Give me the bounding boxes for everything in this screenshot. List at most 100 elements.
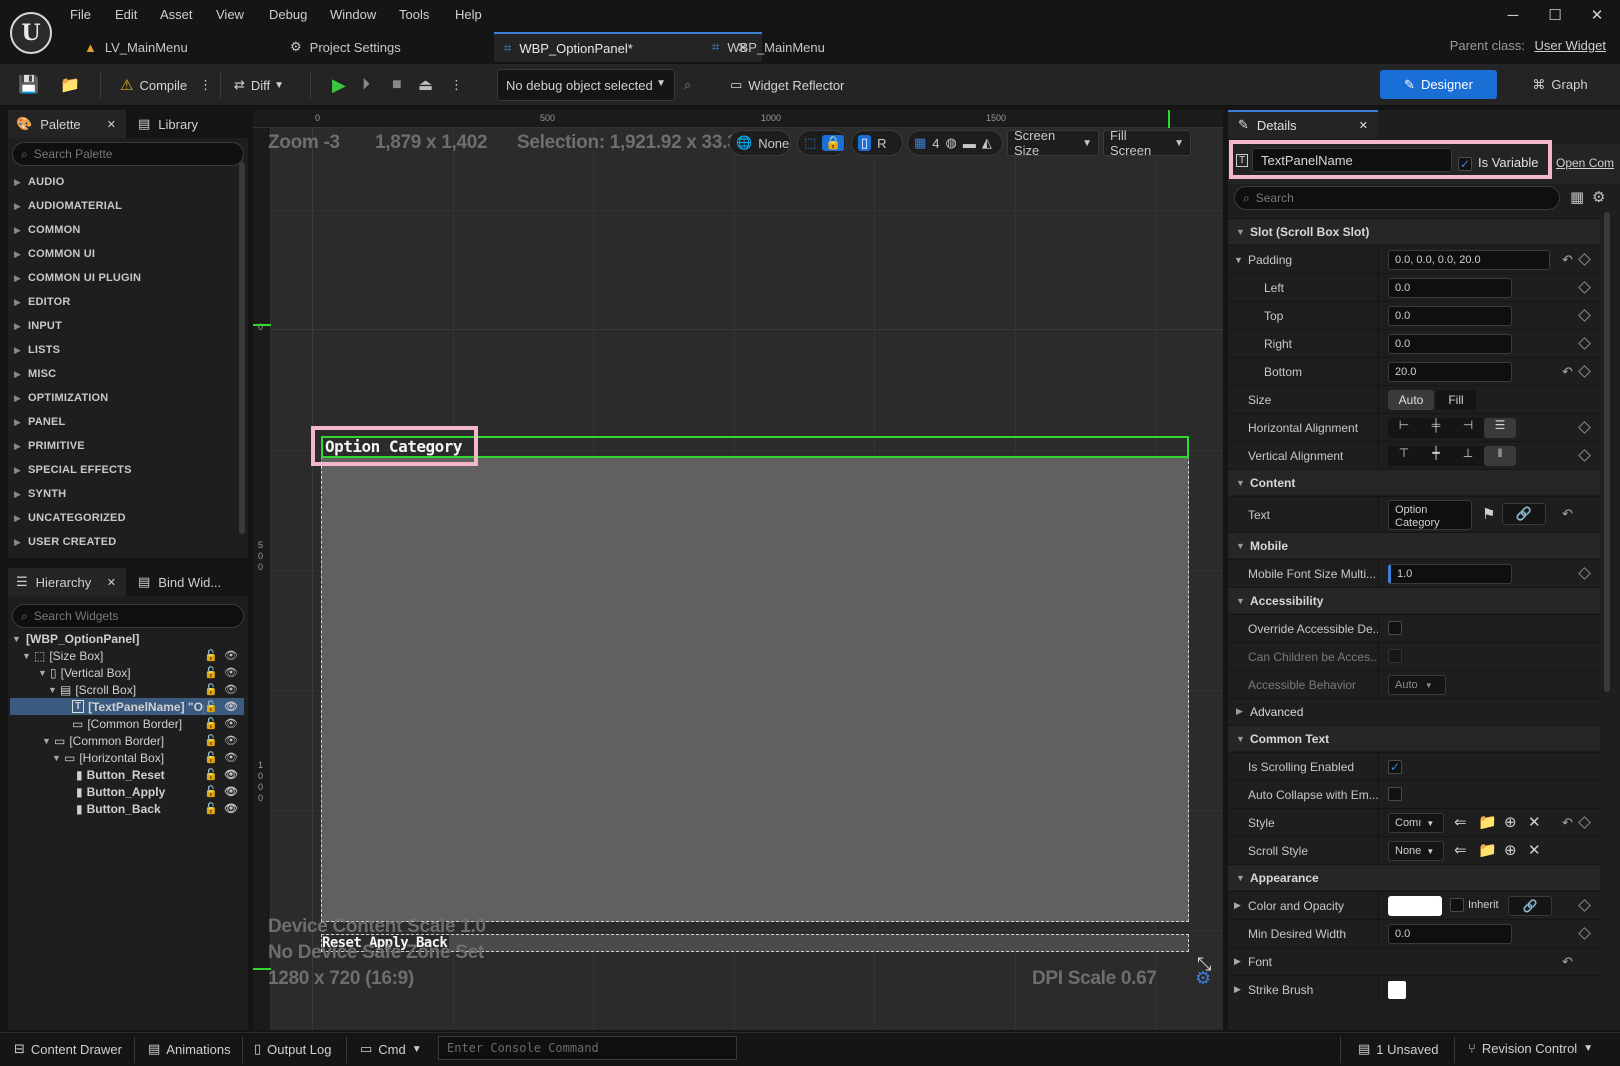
lock-toggle[interactable]: ⬚ 🔒 xyxy=(797,130,847,156)
maximize-icon[interactable]: ☐ xyxy=(1540,4,1570,28)
close-window-icon[interactable]: ✕ xyxy=(1582,4,1612,28)
details-search-input[interactable]: ⌕ Search xyxy=(1234,186,1560,210)
lock-icon[interactable]: 🔓 xyxy=(204,768,218,781)
fill-screen-dropdown[interactable]: Fill Screen ▼ xyxy=(1103,128,1191,158)
palette-category[interactable]: ▶ OPTIMIZATION xyxy=(14,388,108,408)
style-dropdown[interactable]: Comı ▼ xyxy=(1388,813,1444,833)
palette-category[interactable]: ▶ COMMON UI PLUGIN xyxy=(14,268,141,288)
section-appearance[interactable]: ▼ Appearance xyxy=(1228,864,1600,890)
close-tab-icon[interactable]: ✕ xyxy=(1359,119,1368,132)
parent-class-link[interactable]: User Widget xyxy=(1534,38,1606,53)
use-selected-arrow-icon[interactable]: ⇐ xyxy=(1454,841,1467,859)
menu-edit[interactable]: Edit xyxy=(115,7,137,22)
align-vfill-icon[interactable]: ‖ xyxy=(1484,446,1516,466)
hierarchy-search-input[interactable]: ⌕ Search Widgets xyxy=(12,604,244,628)
lock-icon[interactable]: 🔓 xyxy=(204,700,218,713)
size-auto-button[interactable]: Auto xyxy=(1388,390,1434,410)
expand-arrow-icon[interactable]: ▶ xyxy=(1234,900,1241,911)
mobile-font-size-input[interactable]: 1.0 xyxy=(1388,564,1512,584)
keyframe-diamond-icon[interactable] xyxy=(1578,927,1591,940)
browse-folder-icon[interactable]: 📁 xyxy=(1478,813,1497,831)
section-content[interactable]: ▼ Content xyxy=(1228,469,1600,495)
visibility-eye-icon[interactable]: 👁 xyxy=(224,734,238,747)
menu-help[interactable]: Help xyxy=(455,7,482,22)
open-common-link[interactable]: Open Com xyxy=(1556,156,1614,170)
clear-x-icon[interactable]: ✕ xyxy=(1528,841,1541,859)
tree-item-scroll-box[interactable]: ▼ ▤ [Scroll Box] 🔓 👁 xyxy=(48,681,244,698)
size-fill-button[interactable]: Fill xyxy=(1436,390,1476,410)
expand-arrow-icon[interactable]: ▶ xyxy=(1234,956,1241,967)
align-bottom-icon[interactable]: ⊥ xyxy=(1452,446,1484,466)
keyframe-diamond-icon[interactable] xyxy=(1578,253,1591,266)
tree-item-button-apply[interactable]: ▮ Button_Apply 🔓 👁 xyxy=(76,783,244,800)
find-debug-icon[interactable]: ⌕ xyxy=(684,70,691,100)
tab-library[interactable]: ▤ Library xyxy=(130,110,248,138)
min-desired-width-input[interactable]: 0.0 xyxy=(1388,924,1512,944)
tree-item-common-border[interactable]: ▼ ▭ [Common Border] 🔓 👁 xyxy=(42,732,244,749)
tab-hierarchy[interactable]: ☰ Hierarchy ✕ xyxy=(8,568,126,596)
auto-collapse-checkbox[interactable] xyxy=(1388,787,1402,804)
tab-details[interactable]: ✎ Details ✕ xyxy=(1228,110,1378,138)
scroll-box-preview[interactable] xyxy=(321,456,1189,922)
reset-to-default-icon[interactable]: ↶ xyxy=(1562,252,1573,268)
reset-to-default-icon[interactable]: ↶ xyxy=(1562,364,1573,380)
lock-icon[interactable]: 🔓 xyxy=(204,785,218,798)
keyframe-diamond-icon[interactable] xyxy=(1578,449,1591,462)
lock-icon[interactable]: 🔓 xyxy=(204,802,218,815)
palette-category[interactable]: ▶ MISC xyxy=(14,364,56,384)
designer-button[interactable]: ✎ Designer xyxy=(1380,70,1497,99)
keyframe-diamond-icon[interactable] xyxy=(1578,365,1591,378)
align-center-icon[interactable]: ╪ xyxy=(1420,418,1452,438)
palette-scrollbar[interactable] xyxy=(239,162,245,534)
text-value-input[interactable]: Option Category xyxy=(1388,500,1472,530)
content-drawer-button[interactable]: ⊟ Content Drawer xyxy=(14,1041,122,1057)
keyframe-diamond-icon[interactable] xyxy=(1578,309,1591,322)
visibility-eye-icon[interactable]: 👁 xyxy=(224,666,238,679)
reset-to-default-icon[interactable]: ↶ xyxy=(1562,954,1573,970)
visibility-eye-icon[interactable]: 👁 xyxy=(224,802,238,815)
keyframe-diamond-icon[interactable] xyxy=(1578,567,1591,580)
color-swatch[interactable] xyxy=(1388,896,1442,916)
lock-icon[interactable]: 🔓 xyxy=(204,683,218,696)
palette-category[interactable]: ▶ EDITOR xyxy=(14,292,71,312)
use-selected-arrow-icon[interactable]: ⇐ xyxy=(1454,813,1467,831)
section-accessibility[interactable]: ▼ Accessibility xyxy=(1228,587,1600,613)
palette-category[interactable]: ▶ LISTS xyxy=(14,340,60,360)
visibility-eye-icon[interactable]: 👁 xyxy=(224,768,238,781)
browse-icon[interactable]: 📁 xyxy=(60,70,80,100)
tree-item-text-panel-name[interactable]: T [TextPanelName] "Op 🔓 👁 xyxy=(10,698,244,715)
save-icon[interactable]: 💾 xyxy=(18,70,39,100)
more-options-icon[interactable]: ⋮ xyxy=(199,77,212,93)
settings-gear-icon[interactable]: ⚙ xyxy=(1592,188,1605,206)
widget-reflector-button[interactable]: ▭ Widget Reflector xyxy=(730,70,844,100)
palette-category[interactable]: ▶ INPUT xyxy=(14,316,62,336)
respect-locks-toggle[interactable]: ▯ R xyxy=(851,130,903,156)
section-common-text[interactable]: ▼ Common Text xyxy=(1228,725,1600,751)
menu-view[interactable]: View xyxy=(216,7,244,22)
palette-category[interactable]: ▶ SYNTH xyxy=(14,484,66,504)
align-middle-icon[interactable]: ┿ xyxy=(1420,446,1452,466)
align-left-icon[interactable]: ⊢ xyxy=(1388,418,1420,438)
padding-value[interactable]: 0.0, 0.0, 0.0, 20.0 xyxy=(1388,250,1550,270)
tree-item-button-back[interactable]: ▮ Button_Back 🔓 👁 xyxy=(76,800,244,817)
palette-search-input[interactable]: ⌕ Search Palette xyxy=(12,142,244,166)
palette-category[interactable]: ▶ SPECIAL EFFECTS xyxy=(14,460,132,480)
tab-bind-widgets[interactable]: ▤ Bind Wid... xyxy=(130,568,248,596)
lock-icon[interactable]: 🔓 xyxy=(204,734,218,747)
more-options-icon[interactable]: ⋮ xyxy=(450,70,463,100)
revision-control-button[interactable]: ⑂ Revision Control ▼ xyxy=(1468,1041,1593,1056)
palette-category[interactable]: ▶ COMMON xyxy=(14,220,81,240)
tree-item-button-reset[interactable]: ▮ Button_Reset 🔓 👁 xyxy=(76,766,244,783)
designer-canvas[interactable]: 0 500 1000 1500 0 5 0 0 1 0 0 0 Zoom -3 … xyxy=(253,110,1223,1030)
align-right-icon[interactable]: ⊣ xyxy=(1452,418,1484,438)
section-advanced[interactable]: ▶ Advanced xyxy=(1228,698,1600,724)
tree-item-horizontal-box[interactable]: ▼ ▭ [Horizontal Box] 🔓 👁 xyxy=(52,749,244,766)
collapse-arrow-icon[interactable]: ▼ xyxy=(1234,255,1243,265)
details-scrollbar[interactable] xyxy=(1604,212,1610,692)
close-tab-icon[interactable]: ✕ xyxy=(107,118,116,131)
align-top-icon[interactable]: ⊤ xyxy=(1388,446,1420,466)
lock-icon[interactable]: 🔓 xyxy=(204,649,218,662)
table-view-icon[interactable]: ▦ xyxy=(1570,188,1584,206)
tab-project-settings[interactable]: ⚙ Project Settings xyxy=(280,32,480,62)
lock-icon[interactable]: 🔓 xyxy=(204,717,218,730)
